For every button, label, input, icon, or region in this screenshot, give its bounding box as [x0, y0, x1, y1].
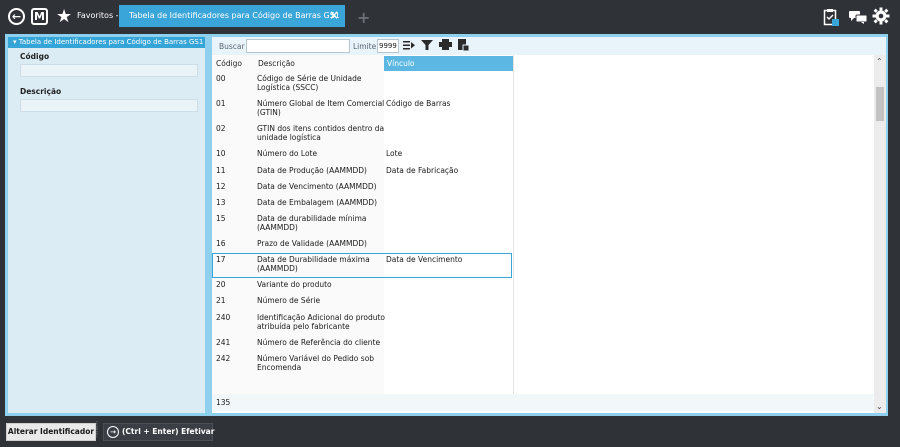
close-icon[interactable]: ×	[329, 8, 339, 22]
table-row[interactable]: 11 Data de Produção (AAMMDD) Data de Fabri…	[212, 164, 512, 180]
confirm-button[interactable]: → (Ctrl + Enter) Efetivar	[103, 423, 215, 441]
confirm-label: (Ctrl + Enter) Efetivar	[122, 427, 215, 436]
codigo-label: Código	[20, 52, 50, 61]
export-icon[interactable]	[457, 39, 470, 54]
column-header-descricao[interactable]: Descrição	[258, 56, 383, 71]
cell-codigo: 13	[216, 198, 226, 207]
cell-descricao: Data de Embalagem (AAMMDD)	[257, 198, 378, 207]
print-icon[interactable]	[439, 39, 452, 54]
column-header-vinculo[interactable]: Vínculo	[384, 56, 513, 71]
codigo-field[interactable]	[20, 64, 198, 77]
identifiers-grid: Código Descrição Vínculo 00 Código de Sér…	[212, 55, 874, 394]
cell-descricao: Variante do produto	[257, 280, 332, 289]
filter-icon[interactable]	[421, 39, 433, 54]
favorites-menu[interactable]: Favoritos -	[77, 11, 119, 20]
arrow-right-icon: →	[107, 426, 119, 438]
cell-vinculo: Lote	[386, 149, 403, 158]
cell-descricao: GTIN dos itens contidos dentro da unidad…	[257, 124, 385, 142]
alter-identifier-button[interactable]: Alterar Identificador	[6, 423, 96, 441]
table-row[interactable]: 21 Número de Série	[212, 294, 512, 311]
m-logo-button[interactable]: M	[31, 8, 48, 25]
filter-sidebar: ▾ Tabela de Identificadores para Código …	[8, 37, 205, 413]
vertical-scrollbar[interactable]: ⌃ ⌄	[874, 55, 886, 413]
cell-codigo: 01	[216, 99, 226, 108]
cell-codigo: 15	[216, 214, 226, 223]
cell-codigo: 20	[216, 280, 226, 289]
cell-descricao: Data de Produção (AAMMDD)	[257, 166, 367, 175]
grid-toolbar: Buscar Limite 9999	[212, 37, 886, 55]
cell-codigo: 240	[216, 313, 231, 322]
limit-label: Limite	[353, 42, 377, 51]
cell-codigo: 16	[216, 239, 226, 248]
cell-descricao: Número do Lote	[257, 149, 318, 158]
record-count-bar: 135	[212, 394, 874, 411]
bottom-action-bar: Alterar Identificador ⦙ ⦙ ⦙ → (Ctrl + Ente…	[0, 418, 900, 447]
limit-input[interactable]: 9999	[377, 39, 399, 53]
column-header-codigo[interactable]: Código	[216, 56, 254, 71]
table-row[interactable]: 20 Variante do produto	[212, 278, 512, 294]
tab-gs1-identifiers[interactable]: Tabela de Identificadores para Código de…	[119, 5, 345, 27]
cell-codigo: 12	[216, 182, 226, 191]
table-row[interactable]: 00 Código de Série de Unidade Logística (…	[212, 72, 512, 97]
tab-label: Tabela de Identificadores para Código de…	[129, 11, 340, 20]
search-label: Buscar	[219, 42, 245, 51]
descricao-label: Descrição	[20, 87, 62, 96]
cell-codigo: 02	[216, 124, 226, 133]
table-row[interactable]: 13 Data de Embalagem (AAMMDD)	[212, 196, 512, 212]
back-arrow-icon[interactable]: ←	[8, 8, 25, 25]
cell-descricao: Código de Série de Unidade Logística (SS…	[257, 74, 362, 92]
cell-descricao: Data de Vencimento (AAMMDD)	[257, 182, 377, 191]
columns-icon[interactable]	[403, 39, 415, 54]
table-row[interactable]: 240 Identificação Adicional do produto at…	[212, 311, 512, 336]
table-row[interactable]: 16 Prazo de Validade (AAMMDD)	[212, 237, 512, 253]
main-panel: Buscar Limite 9999 Código Descrição Vínc…	[212, 37, 886, 413]
search-input[interactable]	[246, 39, 350, 53]
cell-descricao: Número de Referência do cliente	[257, 338, 381, 347]
table-row[interactable]: 02 GTIN dos itens contidos dentro da unid…	[212, 122, 512, 147]
table-row[interactable]: 242 Número Variável do Pedido sob Encomen…	[212, 352, 512, 377]
chevron-up-icon[interactable]: ⌃	[876, 57, 883, 66]
chevron-down-icon[interactable]: ⌄	[876, 402, 883, 411]
cell-codigo: 00	[216, 74, 226, 83]
table-row[interactable]: 17 Data de Durabilidade máxima (AAMMDD) Da…	[212, 253, 512, 278]
sidebar-header[interactable]: ▾ Tabela de Identificadores para Código …	[8, 37, 205, 48]
cell-codigo: 21	[216, 296, 226, 305]
table-row[interactable]: 10 Número do Lote Lote	[212, 147, 512, 164]
cell-descricao: Data de durabilidade mínima (AAMMDD)	[257, 214, 367, 232]
record-count: 135	[216, 398, 231, 407]
cell-descricao: Identificação Adicional do produto atrib…	[257, 313, 386, 331]
table-row[interactable]: 241 Número de Referência do cliente	[212, 336, 512, 352]
cell-descricao: Número Variável do Pedido sob Encomenda	[257, 354, 375, 372]
cell-vinculo: Data de Vencimento	[386, 255, 463, 264]
cell-vinculo: Código de Barras	[386, 99, 451, 108]
table-row[interactable]: 01 Número Global de Item Comercial (GTIN)…	[212, 97, 512, 122]
cell-codigo: 11	[216, 166, 226, 175]
descricao-field[interactable]	[20, 99, 198, 112]
sidebar-title: Tabela de Identificadores para Código de…	[18, 38, 204, 46]
star-icon[interactable]: ★	[56, 6, 72, 27]
gear-icon[interactable]	[872, 7, 890, 27]
top-bar: ← M ★ Favoritos - Tabela de Identificado…	[0, 0, 900, 34]
cell-vinculo: Data de Fabricação	[386, 166, 459, 175]
scroll-thumb[interactable]	[876, 87, 884, 121]
chat-icon[interactable]	[849, 10, 868, 26]
cell-descricao: Número de Série	[257, 296, 321, 305]
cell-codigo: 242	[216, 354, 231, 363]
clipboard-icon[interactable]	[823, 8, 839, 28]
table-row[interactable]: 15 Data de durabilidade mínima (AAMMDD)	[212, 212, 512, 237]
table-row[interactable]: 12 Data de Vencimento (AAMMDD)	[212, 180, 512, 196]
cell-codigo: 10	[216, 149, 226, 158]
new-tab-button[interactable]: +	[357, 8, 370, 27]
cell-descricao: Data de Durabilidade máxima (AAMMDD)	[257, 255, 370, 273]
cell-descricao: Número Global de Item Comercial (GTIN)	[257, 99, 385, 117]
m-logo: M	[34, 10, 45, 23]
cell-codigo: 17	[216, 255, 226, 264]
grip-icon: ⦙ ⦙ ⦙	[96, 420, 98, 439]
cell-descricao: Prazo de Validade (AAMMDD)	[257, 239, 367, 248]
cell-codigo: 241	[216, 338, 231, 347]
